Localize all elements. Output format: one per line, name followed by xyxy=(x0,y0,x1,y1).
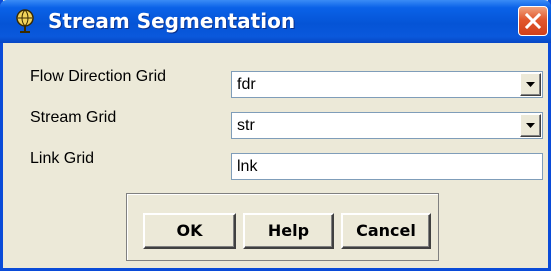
link-grid-input[interactable]: lnk xyxy=(231,153,543,180)
close-x-icon xyxy=(525,13,541,29)
stream-grid-value: str xyxy=(237,117,255,134)
flow-direction-value: fdr xyxy=(237,76,256,93)
link-grid-value: lnk xyxy=(237,158,258,175)
stream-grid-label: Stream Grid xyxy=(30,109,117,126)
cancel-button[interactable]: Cancel xyxy=(341,213,431,249)
dropdown-arrow-icon xyxy=(526,123,535,128)
stream-grid-select[interactable]: str xyxy=(231,112,543,139)
app-globe-icon xyxy=(16,9,34,33)
dialog-title: Stream Segmentation xyxy=(48,9,296,33)
close-button[interactable] xyxy=(518,6,548,36)
stream-segmentation-dialog: Stream Segmentation Flow Direction Grid … xyxy=(0,0,551,271)
stream-grid-dropdown-button[interactable] xyxy=(520,114,541,137)
flow-direction-dropdown-button[interactable] xyxy=(520,73,541,96)
dropdown-arrow-icon xyxy=(526,82,535,87)
help-button[interactable]: Help xyxy=(243,213,334,249)
title-bar[interactable]: Stream Segmentation xyxy=(0,0,551,43)
flow-direction-label: Flow Direction Grid xyxy=(30,68,167,85)
flow-direction-select[interactable]: fdr xyxy=(231,71,543,98)
ok-button[interactable]: OK xyxy=(143,213,236,249)
link-grid-label: Link Grid xyxy=(30,150,95,167)
